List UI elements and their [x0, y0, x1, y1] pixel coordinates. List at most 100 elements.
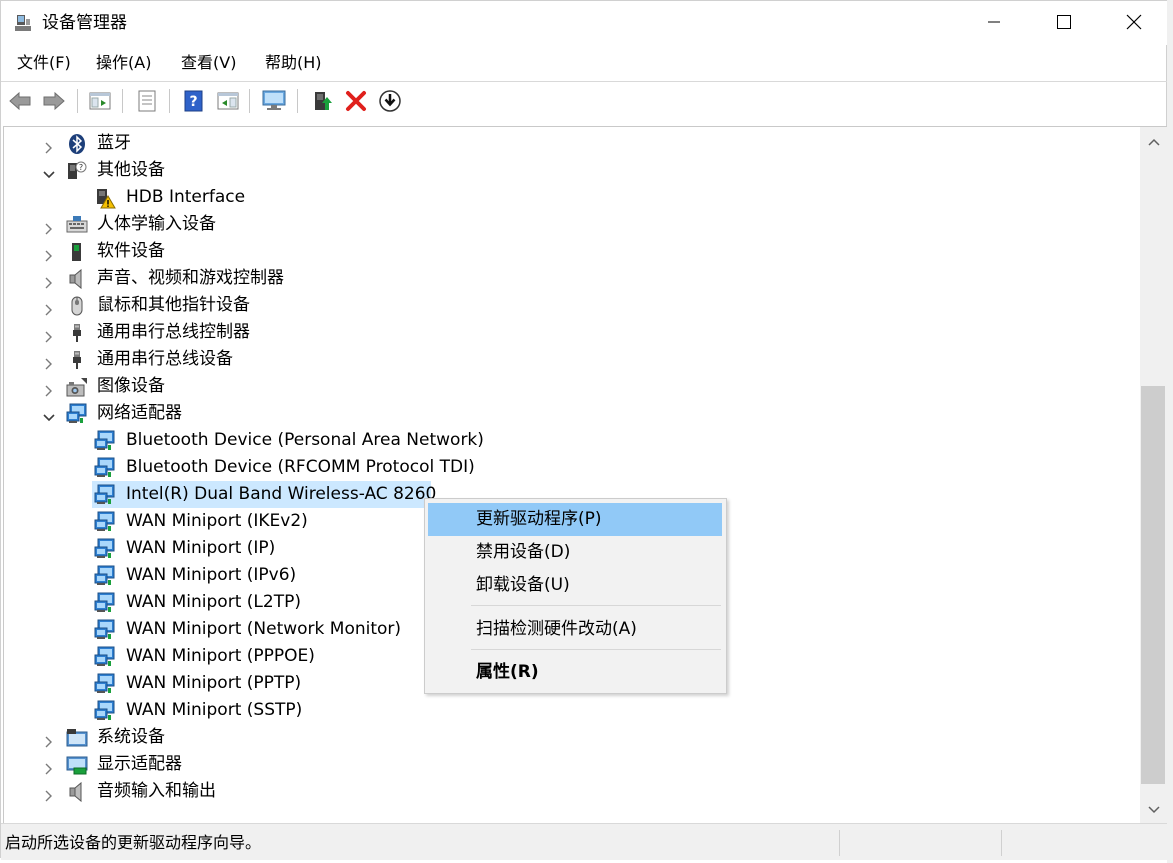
context-item-properties[interactable]: 属性(R) [428, 656, 722, 689]
maximize-button[interactable] [1041, 1, 1087, 43]
background-window-edge [1167, 0, 1173, 863]
scroll-down-button[interactable] [1140, 799, 1167, 821]
tree-category[interactable]: 蓝牙 [4, 130, 1134, 157]
chevron-down-icon[interactable] [42, 164, 56, 179]
context-item-update-driver[interactable]: 更新驱动程序(P) [428, 503, 722, 536]
tree-category[interactable]: 软件设备 [4, 238, 1134, 265]
back-button[interactable] [7, 88, 33, 114]
delete-x-icon [346, 91, 366, 111]
svg-text:?: ? [79, 163, 83, 172]
tree-category[interactable]: 鼠标和其他指针设备 [4, 292, 1134, 319]
tree-category[interactable]: 声音、视频和游戏控制器 [4, 265, 1134, 292]
menu-file[interactable]: 文件(F) [17, 53, 71, 73]
tree-item-label: 显示适配器 [97, 754, 182, 774]
scroll-up-button[interactable] [1140, 131, 1167, 153]
menu-help[interactable]: 帮助(H) [265, 53, 322, 73]
uninstall-device-button[interactable] [343, 88, 369, 114]
tree-item-label: WAN Miniport (IKEv2) [126, 511, 308, 531]
console-tree-icon [89, 92, 111, 110]
context-item-label: 扫描检测硬件改动(A) [476, 619, 637, 639]
scan-hardware-button[interactable] [261, 88, 287, 114]
tree-category[interactable]: 系统设备 [4, 724, 1134, 751]
tree-item-label: 网络适配器 [97, 403, 182, 423]
tree-item-label: 蓝牙 [97, 133, 131, 153]
context-item-label: 属性(R) [476, 662, 539, 682]
device-manager-icon [15, 15, 31, 31]
chevron-right-icon[interactable] [42, 785, 56, 802]
tree-item-label: 图像设备 [97, 376, 165, 396]
tree-category[interactable]: 显示适配器 [4, 751, 1134, 778]
chevron-down-icon[interactable] [42, 407, 56, 422]
tree-device[interactable]: Bluetooth Device (RFCOMM Protocol TDI) [4, 454, 1134, 481]
minimize-button[interactable] [971, 1, 1017, 43]
chevron-right-icon[interactable] [42, 380, 56, 397]
help-button[interactable]: ? [181, 88, 207, 114]
tree-device[interactable]: Bluetooth Device (Personal Area Network) [4, 427, 1134, 454]
vertical-scrollbar[interactable] [1140, 126, 1167, 823]
chevron-right-icon[interactable] [42, 326, 56, 343]
update-driver-button[interactable] [309, 88, 335, 114]
chevron-right-icon[interactable] [42, 218, 56, 235]
chevron-right-icon[interactable] [42, 353, 56, 370]
context-item-uninstall-device[interactable]: 卸载设备(U) [428, 569, 722, 602]
chevron-right-icon[interactable] [42, 731, 56, 748]
help-icon: ? [184, 90, 203, 112]
chevron-right-icon[interactable] [42, 272, 56, 289]
device-tree[interactable]: 蓝牙? 其他设备 HDB Interface 人体学输入设备 软件设备 声音、视频和游戏控… [3, 126, 1140, 824]
network-icon [94, 592, 116, 614]
usb-icon [66, 322, 88, 344]
context-item-disable-device[interactable]: 禁用设备(D) [428, 536, 722, 569]
monitor-scan-icon [262, 90, 286, 110]
forward-button[interactable] [41, 88, 67, 114]
tree-item-label: 通用串行总线控制器 [97, 322, 250, 342]
close-button[interactable] [1111, 1, 1157, 43]
tree-item-label: Intel(R) Dual Band Wireless-AC 8260 [126, 484, 437, 504]
tree-category[interactable]: 通用串行总线设备 [4, 346, 1134, 373]
tree-item-label: 其他设备 [97, 160, 165, 180]
tree-category[interactable]: 音频输入和输出 [4, 778, 1134, 805]
tree-category[interactable]: ? 其他设备 [4, 157, 1134, 184]
show-hide-console-tree-button[interactable] [87, 88, 113, 114]
tree-category[interactable]: 网络适配器 [4, 400, 1134, 427]
toolbar-separator [169, 89, 170, 113]
tree-item-label: WAN Miniport (PPPOE) [126, 646, 315, 666]
network-icon [94, 700, 116, 722]
forward-arrow-icon [43, 91, 65, 111]
menu-view[interactable]: 查看(V) [181, 53, 236, 73]
speaker-icon [66, 781, 88, 803]
context-item-label: 更新驱动程序(P) [476, 509, 602, 529]
action-pane-button[interactable] [215, 88, 241, 114]
minimize-icon [988, 21, 1000, 23]
properties-button[interactable] [134, 88, 160, 114]
title-bar[interactable]: 设备管理器 [1, 1, 1167, 45]
tree-device[interactable]: HDB Interface [4, 184, 1134, 211]
network-icon [94, 511, 116, 533]
chevron-right-icon[interactable] [42, 137, 56, 154]
tree-device[interactable]: WAN Miniport (SSTP) [4, 697, 1134, 724]
scrollbar-thumb[interactable] [1141, 386, 1165, 784]
mouse-icon [66, 295, 88, 317]
chevron-right-icon[interactable] [42, 758, 56, 775]
tree-category[interactable]: 图像设备 [4, 373, 1134, 400]
back-arrow-icon [9, 91, 31, 111]
enable-device-button[interactable] [377, 88, 403, 114]
tree-category[interactable]: 通用串行总线控制器 [4, 319, 1134, 346]
network-icon [94, 457, 116, 479]
network-icon [94, 430, 116, 452]
network-icon [94, 484, 116, 506]
chevron-right-icon[interactable] [42, 299, 56, 316]
chevron-right-icon[interactable] [42, 245, 56, 262]
tree-item-label: WAN Miniport (IPv6) [126, 565, 297, 585]
warning-device-icon [94, 187, 116, 209]
menu-action[interactable]: 操作(A) [96, 53, 151, 73]
context-item-scan-hardware[interactable]: 扫描检测硬件改动(A) [428, 613, 722, 646]
context-separator [471, 605, 721, 606]
software-device-icon [66, 241, 88, 263]
action-pane-icon [217, 92, 239, 110]
tree-item-label: WAN Miniport (Network Monitor) [126, 619, 402, 639]
menu-bar: 文件(F) 操作(A) 查看(V) 帮助(H) [1, 45, 1167, 81]
device-manager-window: 设备管理器 文件(F) 操作(A) 查看(V) 帮助(H) ? 蓝牙 ? 其他设… [0, 0, 1167, 860]
tree-item-label: WAN Miniport (L2TP) [126, 592, 301, 612]
tree-category[interactable]: 人体学输入设备 [4, 211, 1134, 238]
system-device-icon [66, 727, 88, 749]
